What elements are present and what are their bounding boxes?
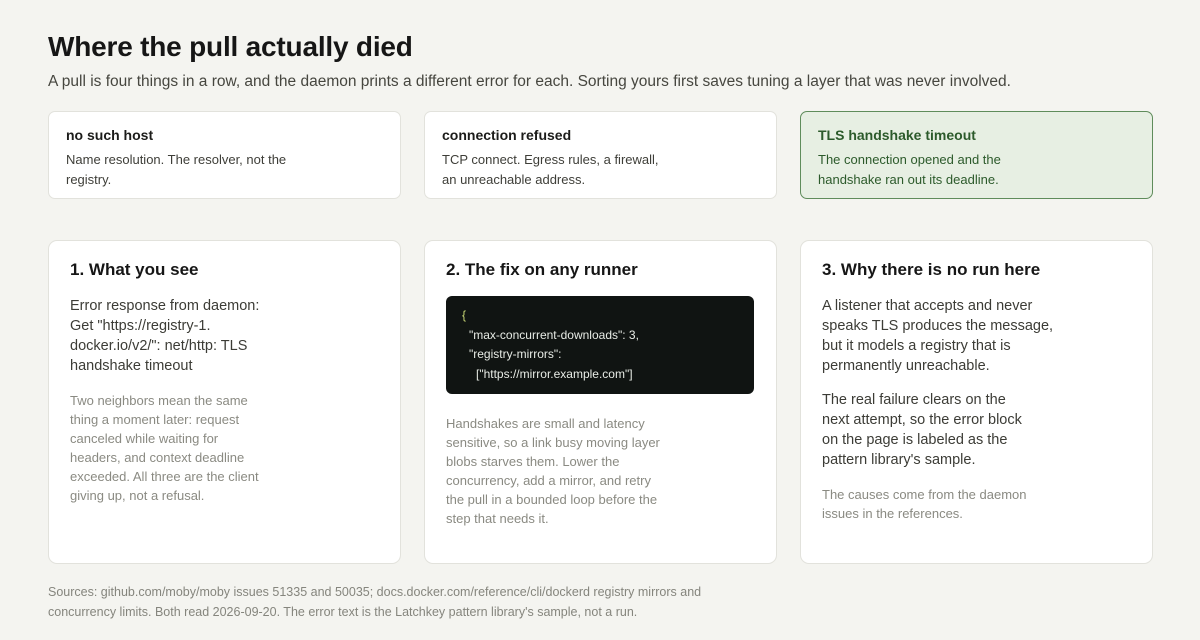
panel-title: 1. What you see: [70, 260, 199, 279]
error-card-name: TLS handshake timeout: [818, 127, 976, 143]
error-card-desc: Name resolution. The resolver, not the r…: [66, 152, 287, 187]
error-card-tls-handshake-timeout[interactable]: TLS handshake timeout The connection ope…: [800, 111, 1153, 199]
panel-note: Two neighbors mean the same thing a mome…: [70, 393, 259, 503]
page-subtitle: A pull is four things in a row, and the …: [48, 73, 1011, 90]
panel-paragraph: The real failure clears on the next atte…: [822, 392, 1022, 468]
error-card-no-such-host[interactable]: no such host Name resolution. The resolv…: [48, 111, 401, 199]
panel-title: 3. Why there is no run here: [822, 260, 1041, 279]
error-card-name: connection refused: [442, 127, 572, 143]
code-line: "max-concurrent-downloads": 3,: [469, 327, 639, 342]
code-open-brace: {: [462, 308, 467, 322]
error-message: Error response from daemon: Get "https:/…: [70, 298, 260, 374]
error-card-connection-refused[interactable]: connection refused TCP connect. Egress r…: [424, 111, 777, 199]
panel-title: 2. The fix on any runner: [446, 260, 638, 279]
error-card-name: no such host: [66, 127, 154, 143]
sources-footnote: Sources: github.com/moby/moby issues 513…: [48, 585, 702, 619]
explanation-panels: 1. What you see Error response from daem…: [48, 240, 1153, 564]
page-title: Where the pull actually died: [48, 31, 413, 62]
panel-note: The causes come from the daemon issues i…: [822, 487, 1027, 521]
daemon-json-code-block: { "max-concurrent-downloads": 3, "regist…: [446, 296, 754, 394]
panel-paragraph: A listener that accepts and never speaks…: [822, 298, 1054, 374]
panel-the-fix: 2. The fix on any runner { "max-concurre…: [424, 240, 777, 564]
panel-note: Handshakes are small and latency sensiti…: [446, 416, 660, 526]
error-card-desc: TCP connect. Egress rules, a firewall, a…: [442, 152, 659, 187]
panel-why-no-run: 3. Why there is no run here A listener t…: [800, 240, 1153, 564]
code-line: ["https://mirror.example.com"]: [476, 366, 633, 381]
page: Where the pull actually died A pull is f…: [0, 0, 1200, 640]
error-card-desc: The connection opened and the handshake …: [818, 152, 1001, 187]
panel-what-you-see: 1. What you see Error response from daem…: [48, 240, 401, 564]
code-line: "registry-mirrors":: [469, 347, 562, 361]
error-cards: no such host Name resolution. The resolv…: [48, 111, 1153, 199]
